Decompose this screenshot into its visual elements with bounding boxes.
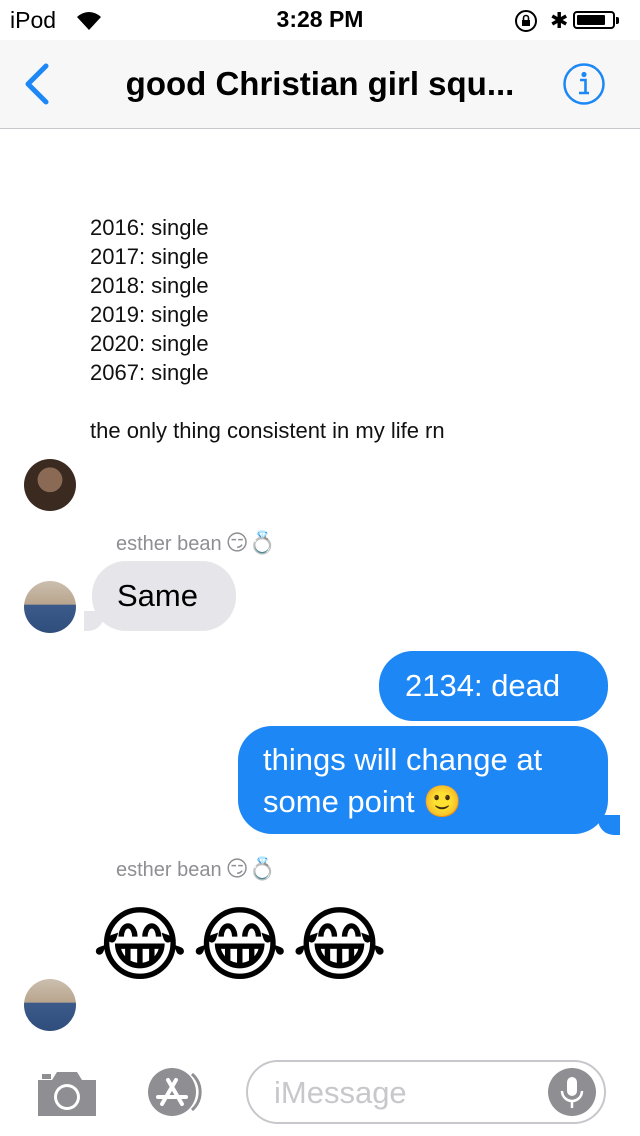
status-time: 3:28 PM: [276, 6, 364, 32]
sender-emoji: 😏💍: [225, 856, 276, 881]
message-bubble-outgoing[interactable]: things will change at some point 🙂: [238, 726, 608, 834]
chevron-left-icon[interactable]: [18, 62, 58, 106]
message-bubble-outgoing[interactable]: 2134: dead: [379, 651, 608, 721]
image-text-line: 2019: single: [90, 302, 209, 327]
microphone-button[interactable]: [548, 1068, 596, 1116]
message-text: things will change at: [263, 742, 543, 777]
avatar[interactable]: [24, 459, 76, 511]
emoji-message[interactable]: 😂😂😂: [92, 905, 391, 987]
sender-name: esther bean 😏💍: [116, 530, 276, 556]
microphone-icon: [560, 1077, 584, 1108]
battery-icon: [573, 11, 619, 29]
image-text-line: 2017: single: [90, 244, 209, 269]
info-icon[interactable]: [562, 62, 606, 106]
message-input-bar: [0, 1050, 640, 1136]
message-text: some point 🙂: [263, 784, 462, 819]
conversation-header: good Christian girl squ...: [0, 40, 640, 129]
image-text-line: 2020: single: [90, 331, 209, 356]
bluetooth-icon: ✱: [550, 8, 569, 33]
shared-image-message[interactable]: 2016: single 2017: single 2018: single 2…: [90, 205, 490, 455]
status-bar: iPod 3:28 PM ✱: [0, 0, 640, 40]
message-text: Same: [117, 578, 198, 613]
message-text: 2134: dead: [405, 668, 561, 703]
image-text-line: 2018: single: [90, 273, 209, 298]
avatar[interactable]: [24, 979, 76, 1031]
image-text-line: 2067: single: [90, 360, 209, 385]
imessage-field[interactable]: [246, 1060, 606, 1124]
avatar[interactable]: [24, 581, 76, 633]
conversation-title[interactable]: good Christian girl squ...: [110, 65, 530, 103]
camera-icon[interactable]: [34, 1068, 100, 1118]
sender-name: esther bean 😏💍: [116, 856, 276, 882]
sender-emoji: 😏💍: [225, 530, 276, 555]
image-text-line: the only thing consistent in my life rn: [90, 418, 445, 443]
sender-name-text: esther bean: [116, 533, 222, 555]
message-input[interactable]: [272, 1072, 536, 1114]
message-bubble-incoming[interactable]: Same: [92, 561, 236, 631]
image-text-line: 2016: single: [90, 215, 209, 240]
app-store-icon[interactable]: [140, 1066, 212, 1118]
orientation-lock-icon: [515, 10, 537, 32]
sender-name-text: esther bean: [116, 859, 222, 881]
